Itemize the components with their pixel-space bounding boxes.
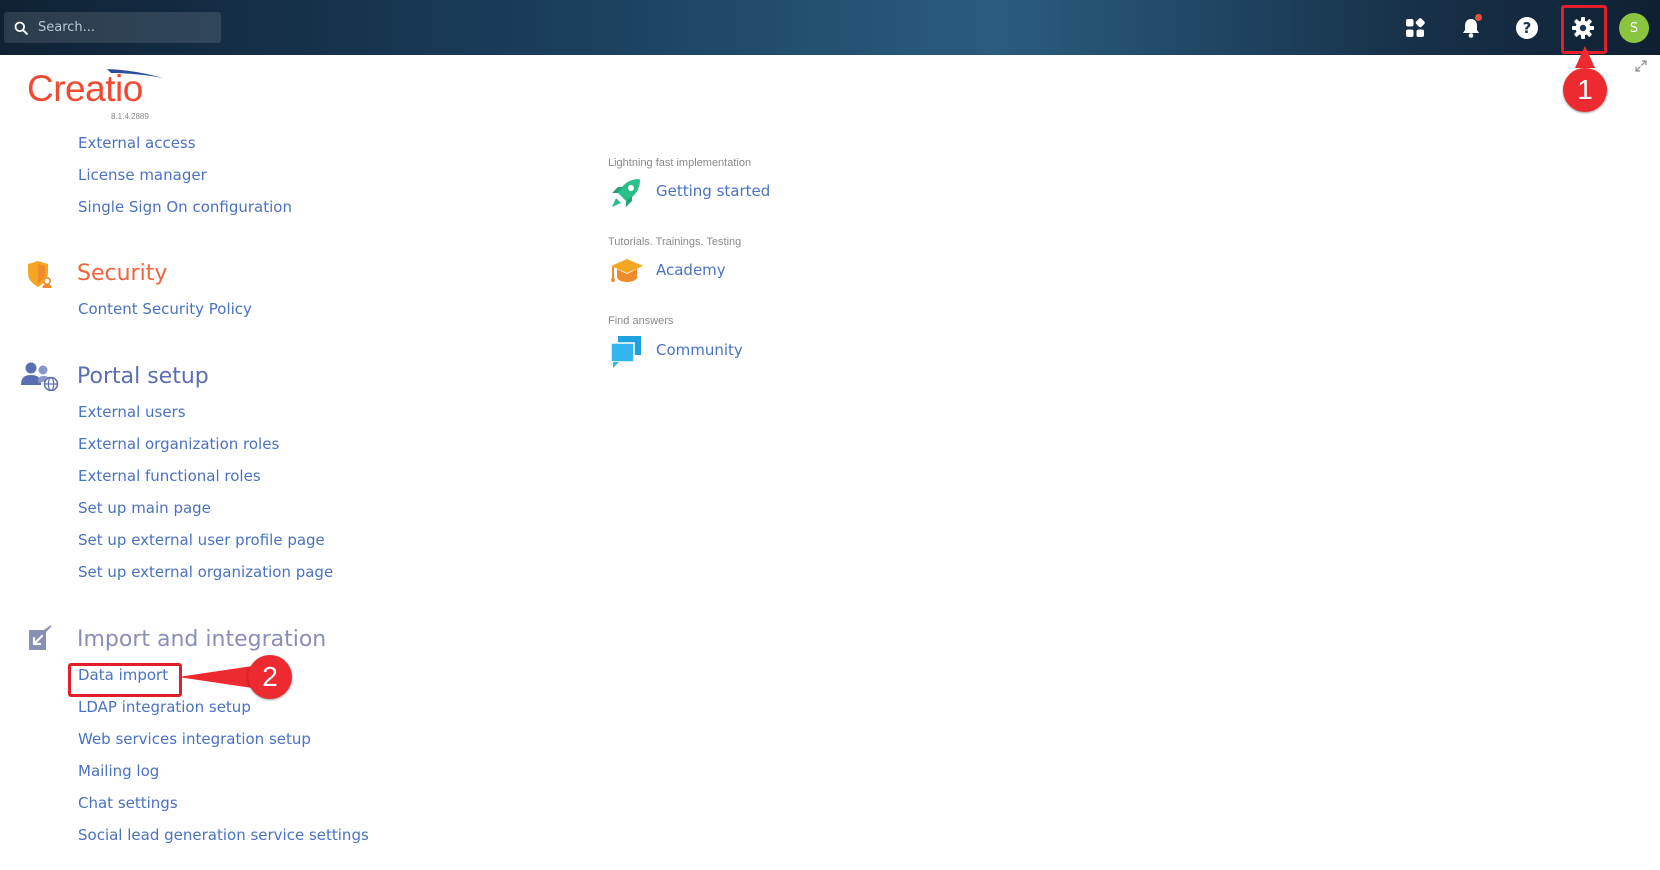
link-community[interactable]: Community [656, 341, 743, 359]
svg-text:?: ? [1523, 19, 1532, 37]
app-version: 8.1.4.2889 [111, 112, 149, 121]
link-external-access[interactable]: External access [78, 134, 196, 152]
search-icon [14, 21, 28, 35]
notifications-button[interactable] [1456, 13, 1486, 43]
link-social-lead-generation-settings[interactable]: Social lead generation service settings [78, 826, 369, 844]
search-input[interactable] [36, 19, 210, 36]
callout-1-pointer [1575, 46, 1595, 68]
expand-icon[interactable] [1635, 60, 1647, 72]
link-sso-configuration[interactable]: Single Sign On configuration [78, 198, 292, 216]
help-button[interactable]: ? [1512, 13, 1542, 43]
caption-community: Find answers [608, 315, 674, 327]
logo-swoosh-icon [107, 69, 163, 78]
link-ldap-integration-setup[interactable]: LDAP integration setup [78, 698, 251, 716]
link-chat-settings[interactable]: Chat settings [78, 794, 178, 812]
section-title-portal-setup: Portal setup [77, 364, 209, 389]
link-mailing-log[interactable]: Mailing log [78, 762, 159, 780]
apps-icon [1406, 18, 1425, 37]
link-set-up-main-page[interactable]: Set up main page [78, 499, 211, 517]
link-external-users[interactable]: External users [78, 403, 186, 421]
link-getting-started[interactable]: Getting started [656, 182, 770, 200]
graduation-cap-icon [611, 259, 643, 282]
caption-getting-started: Lightning fast implementation [608, 157, 752, 169]
link-web-services-integration-setup[interactable]: Web services integration setup [78, 730, 311, 748]
section-title-import-integration: Import and integration [77, 627, 327, 652]
callout-step-2: 2 [248, 655, 292, 699]
link-external-organization-roles[interactable]: External organization roles [78, 435, 279, 453]
top-bar: ? S [0, 0, 1660, 55]
apps-button[interactable] [1400, 13, 1430, 43]
help-icon: ? [1516, 17, 1538, 39]
link-external-functional-roles[interactable]: External functional roles [78, 467, 261, 485]
shield-icon [28, 261, 52, 288]
data-import-highlight-box [68, 663, 182, 697]
link-license-manager[interactable]: License manager [78, 166, 207, 184]
search-box[interactable] [4, 12, 221, 43]
callout-step-1: 1 [1563, 68, 1607, 112]
link-set-up-external-organization-page[interactable]: Set up external organization page [78, 563, 333, 581]
chat-bubbles-icon [610, 336, 641, 368]
portal-users-icon [21, 362, 59, 391]
notification-badge [1475, 14, 1482, 21]
creatio-logo: Creatio 8.1.4.2889 [27, 69, 163, 121]
caption-academy: Tutorials. Trainings. Testing [608, 236, 742, 248]
import-icon [29, 625, 51, 650]
user-avatar[interactable]: S [1619, 13, 1649, 43]
link-set-up-external-user-profile-page[interactable]: Set up external user profile page [78, 531, 325, 549]
rocket-icon [612, 179, 640, 207]
link-academy[interactable]: Academy [656, 261, 726, 279]
link-content-security-policy[interactable]: Content Security Policy [78, 300, 252, 318]
section-title-security: Security [77, 261, 168, 286]
